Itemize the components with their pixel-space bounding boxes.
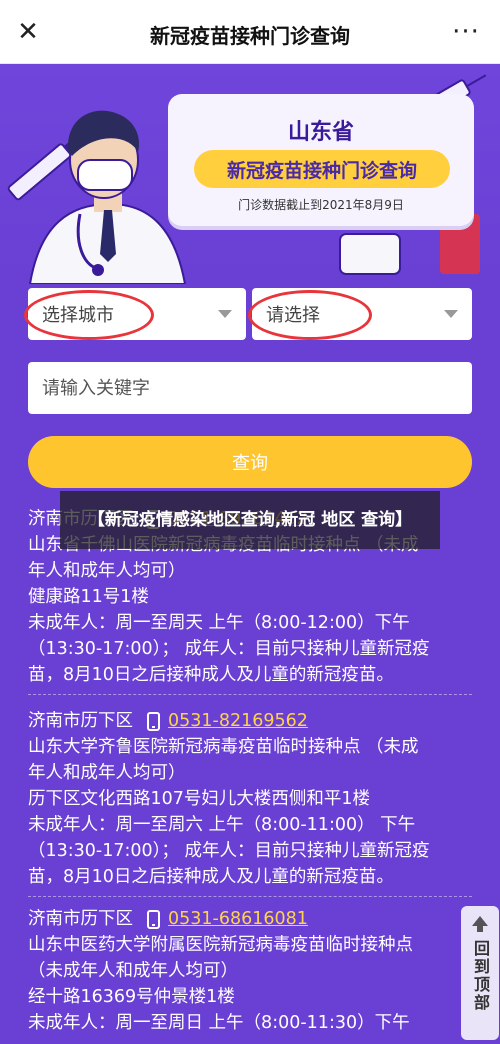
clinic-hours: 未成年人：周一至周日 上午（8:00-11:30）下午 xyxy=(28,1013,410,1033)
clinic-address: 历下区文化西路107号妇儿大楼西侧和平1楼 xyxy=(28,789,371,809)
list-item: 济南市历下区 0531-82169562 山东大学齐鲁医院新冠病毒疫苗临时接种点… xyxy=(28,708,472,890)
top-bar: ✕ 新冠疫苗接种门诊查询 ··· xyxy=(0,0,500,64)
clinic-name: 山东大学齐鲁医院新冠病毒疫苗临时接种点 （未成 xyxy=(28,737,419,757)
clinic-name: 年人和成年人均可） xyxy=(28,561,186,581)
keyword-input[interactable] xyxy=(28,362,472,414)
annotation-circle-city xyxy=(24,290,154,340)
caption-text: 【新冠疫情感染地区查询,新冠 地区 查询】 xyxy=(87,510,413,530)
arrow-up-icon xyxy=(472,916,488,932)
clinic-hours: 苗，8月10日之后接种成人及儿童的新冠疫苗。 xyxy=(28,867,394,887)
divider xyxy=(28,896,472,897)
page-title: 新冠疫苗接种门诊查询 xyxy=(150,24,350,48)
location-line: 济南市历下区 0531-82169562 xyxy=(28,708,472,734)
clinic-address: 经十路16369号仲景楼1楼 xyxy=(28,987,235,1007)
data-cutoff-note: 门诊数据截止到2021年8月9日 xyxy=(238,198,404,212)
back-to-top-button[interactable]: 回到顶部 xyxy=(461,906,499,1040)
clinic-name: 年人和成年人均可） xyxy=(28,763,186,783)
chevron-down-icon xyxy=(444,310,458,318)
divider xyxy=(28,694,472,695)
hero-banner: 山东省 新冠疫苗接种门诊查询 门诊数据截止到2021年8月9日 xyxy=(0,64,500,284)
clinic-hours: 未成年人：周一至周天 上午（8:00-12:00）下午 xyxy=(28,613,410,633)
list-item: 济南市历下区 0531-68616081 山东中医药大学附属医院新冠病毒疫苗临时… xyxy=(28,906,472,1036)
phone-link[interactable]: 0531-68616081 xyxy=(168,906,308,932)
clinic-hours: （13:30-17:00）； 成年人：目前只接种儿童新冠疫 xyxy=(28,639,430,659)
location-line: 济南市历下区 0531-68616081 xyxy=(28,906,472,932)
chevron-down-icon xyxy=(218,310,232,318)
caption-overlay: 【新冠疫情感染地区查询,新冠 地区 查询】 xyxy=(60,491,440,549)
district-label: 济南市历下区 xyxy=(28,909,133,929)
clinic-hours: 苗，8月10日之后接种成人及儿童的新冠疫苗。 xyxy=(28,665,394,685)
district-label: 济南市历下区 xyxy=(28,711,133,731)
clinic-hours: 未成年人：周一至周六 上午（8:00-11:00） 下午 xyxy=(28,815,416,835)
clinic-hours: （13:30-17:00）； 成年人：目前只接种儿童新冠疫 xyxy=(28,841,430,861)
phone-icon xyxy=(147,711,160,731)
clinic-name: 山东中医药大学附属医院新冠病毒疫苗临时接种点 xyxy=(28,935,413,955)
province-title: 山东省 xyxy=(287,120,354,145)
clinic-name: （未成年人和成年人均可） xyxy=(28,961,238,981)
clinic-address: 健康路11号1楼 xyxy=(28,587,149,607)
banner-title: 新冠疫苗接种门诊查询 xyxy=(194,150,450,188)
banner-card: 山东省 新冠疫苗接种门诊查询 门诊数据截止到2021年8月9日 xyxy=(168,94,474,226)
phone-link[interactable]: 0531-82169562 xyxy=(168,708,308,734)
back-to-top-label: 回到顶部 xyxy=(471,940,490,1012)
query-button[interactable]: 查询 xyxy=(28,436,472,488)
phone-icon xyxy=(147,909,160,929)
annotation-circle-district xyxy=(248,290,372,340)
more-icon[interactable]: ··· xyxy=(446,14,486,50)
